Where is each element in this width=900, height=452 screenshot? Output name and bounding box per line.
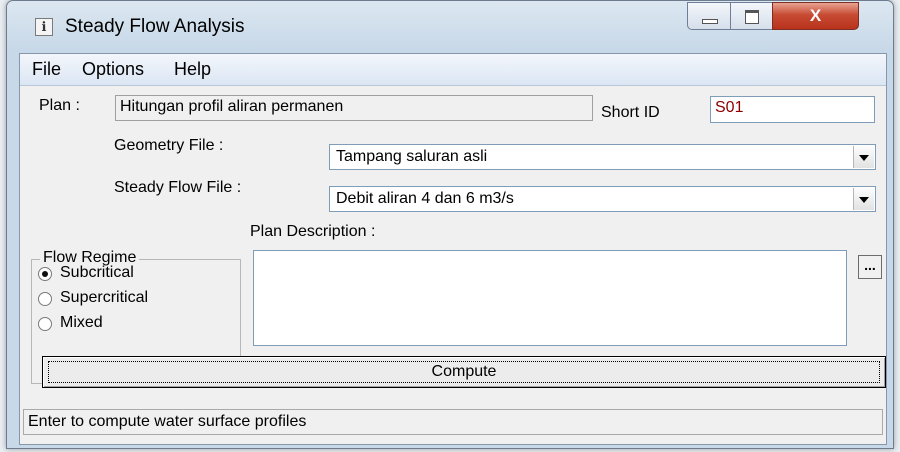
chevron-down-icon [859,197,869,203]
steady-flow-file-select[interactable]: Debit aliran 4 dan 6 m3/s [329,186,876,212]
steady-flow-dropdown-button[interactable] [853,188,874,210]
close-button[interactable]: X [772,2,859,30]
short-id-label: Short ID [601,104,660,121]
minimize-button[interactable] [687,2,731,30]
short-id-field[interactable]: S01 [710,96,875,123]
maximize-button[interactable] [730,2,773,30]
plan-label: Plan : [39,97,80,114]
steady-flow-file-label: Steady Flow File : [114,179,242,196]
menu-options[interactable]: Options [82,59,144,80]
minimize-icon [702,19,718,24]
app-icon: ℹ [35,18,53,36]
plan-description-label: Plan Description : [250,223,376,240]
dialog-client-area: File Options Help Plan : Hitungan profil… [19,53,887,445]
radio-subcritical-label: Subcritical [60,264,134,281]
window-title: Steady Flow Analysis [65,16,245,37]
chevron-down-icon [859,155,869,161]
menu-bar: File Options Help [20,54,886,86]
browse-ellipsis-button[interactable]: ... [858,255,882,279]
radio-button-checked[interactable] [38,267,52,281]
menu-help[interactable]: Help [174,59,211,80]
title-bar[interactable]: ℹ Steady Flow Analysis X [7,1,893,53]
steady-flow-window: ℹ Steady Flow Analysis X File Options He… [6,0,894,449]
menu-file[interactable]: File [32,59,61,80]
close-icon: X [809,6,822,25]
status-text: Enter to compute water surface profiles [28,413,307,430]
geometry-file-label: Geometry File : [114,137,224,154]
geometry-file-select[interactable]: Tampang saluran asli [329,144,876,170]
plan-description-textarea[interactable] [253,250,847,346]
radio-button[interactable] [38,317,52,331]
radio-button[interactable] [38,292,52,306]
steady-flow-file-value: Debit aliran 4 dan 6 m3/s [336,190,514,207]
plan-title-field[interactable]: Hitungan profil aliran permanen [115,95,593,121]
geometry-file-value: Tampang saluran asli [336,148,488,165]
compute-label: Compute [48,361,880,383]
compute-button[interactable]: Compute [42,356,886,388]
radio-supercritical-label: Supercritical [60,289,149,306]
radio-mixed-label: Mixed [60,314,103,331]
maximize-icon [745,10,759,24]
geometry-dropdown-button[interactable] [853,146,874,168]
status-bar: Enter to compute water surface profiles [23,409,883,435]
